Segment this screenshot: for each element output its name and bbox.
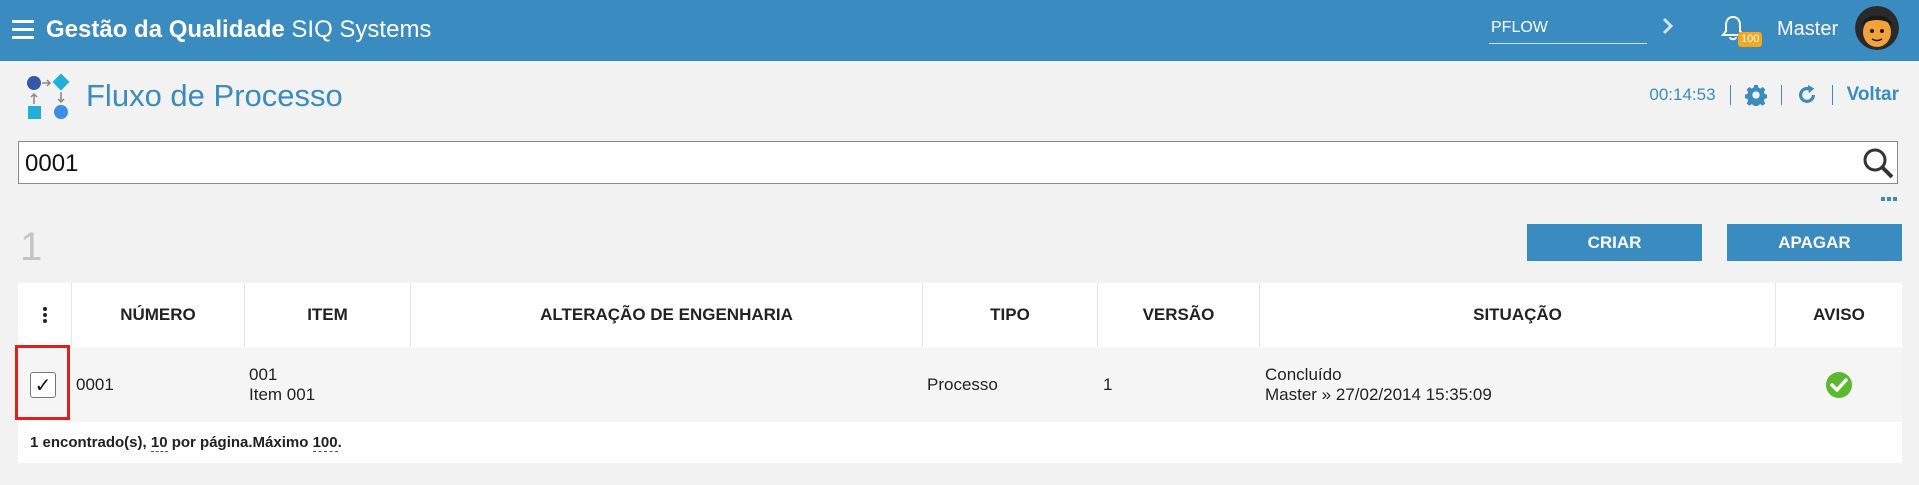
per-page-value[interactable]: 10 [150, 434, 168, 452]
cell-aviso [1775, 347, 1902, 422]
delete-button[interactable]: APAGAR [1727, 224, 1902, 261]
chevron-right-icon[interactable] [1659, 14, 1677, 38]
column-header-tipo[interactable]: TIPO [922, 283, 1097, 347]
back-link[interactable]: Voltar [1847, 84, 1899, 106]
results-table: NÚMERO ITEM ALTERAÇÃO DE ENGENHARIA TIPO… [15, 283, 1902, 463]
avatar[interactable] [1855, 6, 1899, 50]
check-circle-icon [1825, 371, 1852, 398]
divider [1729, 85, 1731, 105]
menu-icon[interactable] [12, 20, 34, 40]
search-input[interactable] [23, 146, 1827, 181]
versao-value: 1 [1103, 374, 1113, 394]
table-row[interactable]: ✓ 0001 001 Item 001 Processo 1 Concluído… [15, 345, 1902, 422]
header-actions: 00:14:53 Voltar [1649, 84, 1899, 106]
cell-alteracao [415, 347, 922, 422]
notification-badge: 100 [1738, 32, 1763, 47]
column-header-aviso[interactable]: AVISO [1775, 283, 1902, 347]
search-icon[interactable] [1861, 146, 1895, 180]
column-header-numero[interactable]: NÚMERO [71, 283, 244, 347]
cell-numero: 0001 [76, 347, 244, 422]
row-checkbox[interactable]: ✓ [30, 372, 56, 398]
gear-icon[interactable] [1744, 84, 1767, 106]
footer-end: . [337, 434, 342, 451]
max-value[interactable]: 100 [312, 434, 338, 452]
table-header: NÚMERO ITEM ALTERAÇÃO DE ENGENHARIA TIPO… [18, 283, 1902, 347]
process-flow-icon [27, 73, 70, 119]
refresh-icon[interactable] [1796, 84, 1818, 106]
session-timer: 00:14:53 [1649, 85, 1716, 104]
cell-versao: 1 [1103, 347, 1259, 422]
table-footer: 1 encontrado(s), 10 por página.Máximo 10… [18, 422, 1902, 463]
page-title: Fluxo de Processo [86, 78, 343, 113]
module-input[interactable] [1489, 12, 1647, 44]
app-title-bold: Gestão da Qualidade [46, 16, 285, 43]
cell-situacao: Concluído Master » 27/02/2014 15:35:09 [1265, 347, 1775, 422]
more-options-icon[interactable] [1881, 197, 1897, 201]
tipo-value: Processo [927, 374, 998, 394]
divider [1780, 85, 1782, 105]
cell-tipo: Processo [927, 347, 1097, 422]
app-title: Gestão da Qualidade SIQ Systems [46, 16, 431, 44]
app-title-rest: SIQ Systems [291, 16, 432, 43]
found-text: 1 encontrado(s), [30, 434, 147, 451]
situacao-value: Concluído [1265, 364, 1342, 384]
item-name: Item 001 [249, 384, 316, 404]
column-header-alteracao[interactable]: ALTERAÇÃO DE ENGENHARIA [410, 283, 922, 347]
column-header-item[interactable]: ITEM [244, 283, 410, 347]
user-name[interactable]: Master [1777, 18, 1838, 41]
cell-item: 001 Item 001 [249, 347, 409, 422]
create-button[interactable]: CRIAR [1527, 224, 1702, 261]
search-box [18, 141, 1898, 184]
numero-value: 0001 [76, 374, 114, 394]
result-count: 1 [20, 225, 43, 269]
column-options-icon[interactable] [18, 283, 71, 347]
divider [1831, 85, 1833, 105]
item-code: 001 [249, 364, 278, 384]
top-bar: Gestão da Qualidade SIQ Systems 100 Mast… [0, 0, 1919, 61]
per-page-text: por página.Máximo [171, 434, 309, 451]
column-header-situacao[interactable]: SITUAÇÃO [1259, 283, 1775, 347]
situacao-detail: Master » 27/02/2014 15:35:09 [1265, 384, 1492, 404]
column-header-versao[interactable]: VERSÃO [1097, 283, 1259, 347]
